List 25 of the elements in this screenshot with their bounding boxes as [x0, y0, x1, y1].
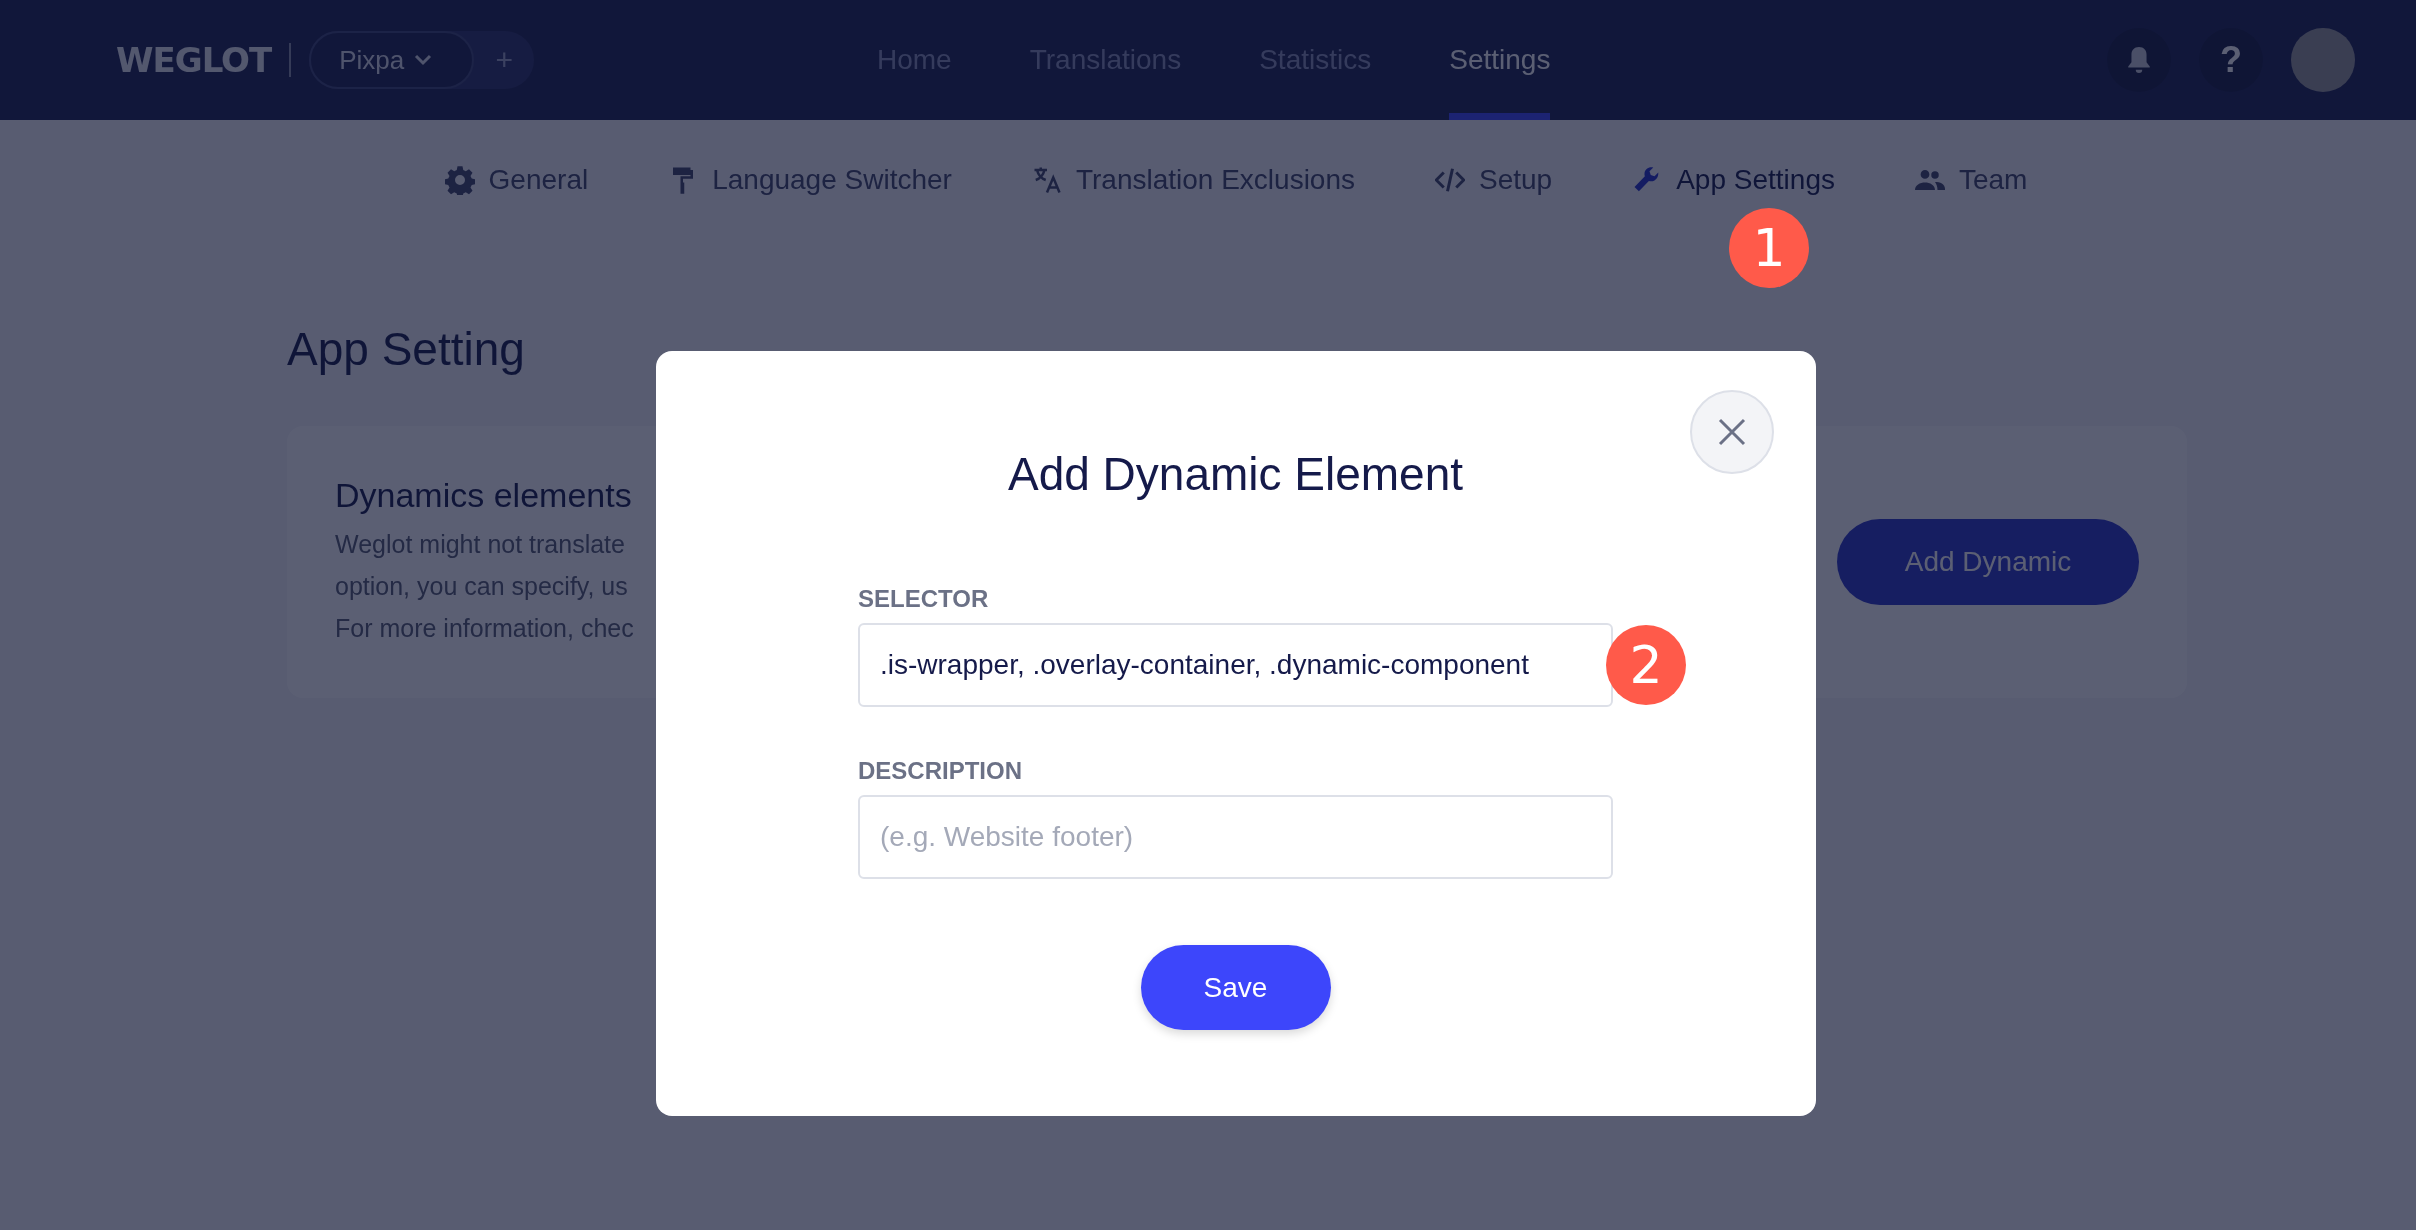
page-title: App Setting: [287, 322, 526, 377]
subnav-tab[interactable]: Language Switcher: [668, 164, 952, 196]
subnav-tab[interactable]: Setup: [1435, 164, 1553, 196]
subnav-tab[interactable]: General: [444, 164, 589, 196]
add-dynamic-button[interactable]: Add Dynamic: [1837, 519, 2139, 605]
callout-marker: 2: [1606, 625, 1686, 705]
modal-title: Add Dynamic Element: [1006, 447, 1465, 502]
subnav-tab[interactable]: Translation Exclusions: [1031, 164, 1355, 196]
add-project-button[interactable]: +: [474, 42, 535, 78]
input-field[interactable]: (e.g. Website footer): [858, 795, 1613, 879]
chevron-down-icon: [414, 54, 433, 66]
callout-marker: 1: [1729, 208, 1809, 288]
nav-tab[interactable]: Settings: [1449, 0, 1551, 120]
subnav-tab[interactable]: Team: [1914, 164, 2028, 196]
gear-icon: [444, 165, 475, 195]
help-button[interactable]: ?: [2199, 28, 2263, 92]
field-label: DESCRIPTION: [858, 757, 1023, 786]
card-title: Dynamics elements: [335, 475, 633, 515]
subnav-tab[interactable]: App Settings: [1632, 164, 1835, 196]
save-button[interactable]: Save: [1140, 945, 1331, 1030]
logo: WEGLOT: [116, 40, 272, 80]
field-label: SELECTOR: [858, 585, 990, 614]
close-icon: [1716, 416, 1748, 448]
input-field[interactable]: .is-wrapper, .overlay-container, .dynamic-component: [858, 623, 1613, 707]
bell-icon: [2126, 46, 2152, 74]
